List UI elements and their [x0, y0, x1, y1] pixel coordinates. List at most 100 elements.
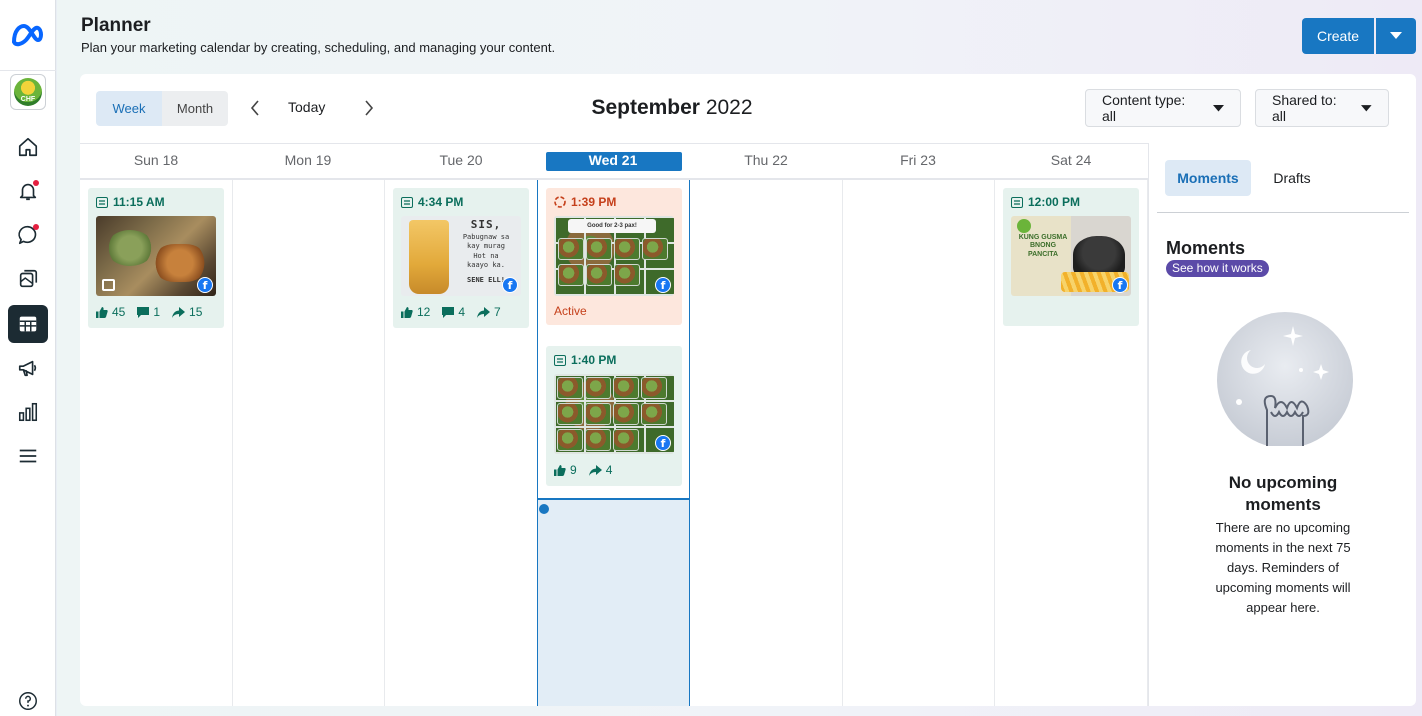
column-divider: [994, 180, 995, 706]
like-icon: [554, 464, 566, 476]
page-avatar[interactable]: CHF: [10, 74, 46, 110]
shared-to-label: Shared to: all: [1272, 92, 1337, 124]
week-view-button[interactable]: Week: [96, 91, 162, 126]
thumbnail-food: [557, 429, 583, 451]
past-time-area: [538, 498, 689, 706]
post-thumbnail: SIS, Pabugnaw sa kay murag Hot na kaayo …: [401, 216, 521, 296]
post-time-text: 1:40 PM: [571, 353, 617, 367]
thumbnail-text-line: Hot na: [473, 251, 499, 260]
post-card-wed[interactable]: 1:40 PM f 9 4: [546, 346, 682, 486]
page-avatar-image: CHF: [14, 78, 42, 106]
notification-badge: [33, 180, 39, 186]
likes-count: 12: [417, 305, 431, 319]
thumbnail-food: [557, 377, 583, 399]
empty-state-title: No upcoming moments: [1228, 473, 1338, 514]
post-stats: 9 4: [554, 463, 624, 477]
likes-stat: 45: [96, 305, 125, 319]
planner-icon[interactable]: [8, 305, 48, 343]
help-icon[interactable]: [8, 682, 48, 716]
post-time: 4:34 PM: [401, 195, 463, 209]
home-icon[interactable]: [8, 128, 48, 166]
thumbnail-food: [557, 403, 583, 425]
chevron-right-icon: [365, 100, 374, 116]
insights-icon[interactable]: [8, 393, 48, 431]
shared-to-filter[interactable]: Shared to: all: [1255, 89, 1389, 127]
thumbnail-food: [106, 230, 154, 266]
multi-photo-icon: [102, 279, 115, 291]
post-thumbnail: f: [554, 374, 674, 454]
post-thumbnail: f: [96, 216, 216, 296]
thumbnail-food: [613, 403, 639, 425]
post-type-icon: [1011, 196, 1023, 208]
current-time-line: [538, 498, 689, 500]
moments-panel: Moments Drafts Moments See how it works: [1148, 144, 1416, 706]
content-type-filter[interactable]: Content type: all: [1085, 89, 1241, 127]
likes-stat: 12: [401, 305, 430, 319]
likes-stat: 9: [554, 463, 577, 477]
post-card-sun[interactable]: 11:15 AM f 45 1 15: [88, 188, 224, 328]
post-time: 11:15 AM: [96, 195, 165, 209]
thumbnail-food: [558, 238, 584, 260]
post-card-sat[interactable]: 12:00 PM KUNG GUSMA BNONG PANCITA f: [1003, 188, 1139, 326]
previous-week-button[interactable]: [246, 98, 264, 118]
post-time-text: 4:34 PM: [418, 195, 464, 209]
inbox-icon[interactable]: [8, 216, 48, 254]
thumbnail-food: [558, 264, 584, 286]
column-divider: [384, 180, 385, 706]
menu-icon[interactable]: [8, 437, 48, 475]
shares-stat: 15: [172, 305, 202, 319]
create-dropdown-button[interactable]: [1376, 18, 1416, 54]
see-how-it-works-link[interactable]: See how it works: [1166, 260, 1269, 277]
comments-count: 1: [153, 305, 161, 319]
likes-count: 9: [570, 463, 577, 477]
calendar-year: 2022: [705, 96, 753, 119]
today-button[interactable]: Today: [288, 99, 325, 115]
thumbnail-caption: Good for 2-3 pax!: [568, 219, 656, 233]
month-view-button[interactable]: Month: [162, 91, 228, 126]
facebook-icon: f: [1112, 277, 1128, 293]
thumbnail-drink: [409, 220, 449, 294]
thumbnail-food: [641, 403, 667, 425]
thumbnail-food: [614, 264, 640, 286]
day-header-sat: Sat 24: [1050, 152, 1092, 168]
calendar-month-name: September: [591, 96, 700, 119]
post-card-wed-active[interactable]: 1:39 PM Good for 2-3 pax! f Active: [546, 188, 682, 325]
shares-count: 7: [494, 305, 501, 319]
content-icon[interactable]: [8, 260, 48, 298]
thumbnail-food: [586, 264, 612, 286]
likes-count: 45: [112, 305, 126, 319]
thumbnail-food: [641, 377, 667, 399]
thumbnail-food: [585, 429, 611, 451]
caret-down-icon: [1361, 104, 1372, 111]
tab-moments[interactable]: Moments: [1165, 160, 1251, 196]
post-card-tue[interactable]: 4:34 PM SIS, Pabugnaw sa kay murag Hot n…: [393, 188, 529, 328]
content-type-label: Content type: all: [1102, 92, 1186, 124]
tab-drafts[interactable]: Drafts: [1259, 160, 1325, 196]
ads-icon[interactable]: [8, 349, 48, 387]
thumbnail-caption: SIS, Pabugnaw sa kay murag Hot na kaayo …: [453, 218, 519, 285]
create-button[interactable]: Create: [1302, 18, 1374, 54]
notifications-icon[interactable]: [8, 172, 48, 210]
panel-divider: [1157, 212, 1409, 213]
post-thumbnail: Good for 2-3 pax! f: [554, 216, 674, 296]
post-time: 1:40 PM: [554, 353, 616, 367]
column-divider: [842, 180, 843, 706]
thumbnail-food: [613, 429, 639, 451]
next-week-button[interactable]: [360, 98, 378, 118]
thumbnail-food: [586, 238, 612, 260]
column-divider: [232, 180, 233, 706]
facebook-icon: f: [655, 435, 671, 451]
current-time-dot: [539, 504, 549, 514]
day-header-tue: Tue 20: [439, 152, 483, 168]
chevron-left-icon: [250, 100, 259, 116]
loading-icon: [554, 196, 566, 208]
facebook-icon: f: [502, 277, 518, 293]
meta-logo-icon[interactable]: [8, 18, 48, 52]
shares-stat: 4: [588, 463, 612, 477]
thumbnail-food: [154, 244, 206, 282]
share-icon: [477, 306, 491, 318]
day-header-mon: Mon 19: [284, 152, 332, 168]
thumbnail-logo: [1017, 219, 1031, 233]
facebook-icon: f: [197, 277, 213, 293]
left-nav-rail: CHF: [0, 0, 56, 716]
